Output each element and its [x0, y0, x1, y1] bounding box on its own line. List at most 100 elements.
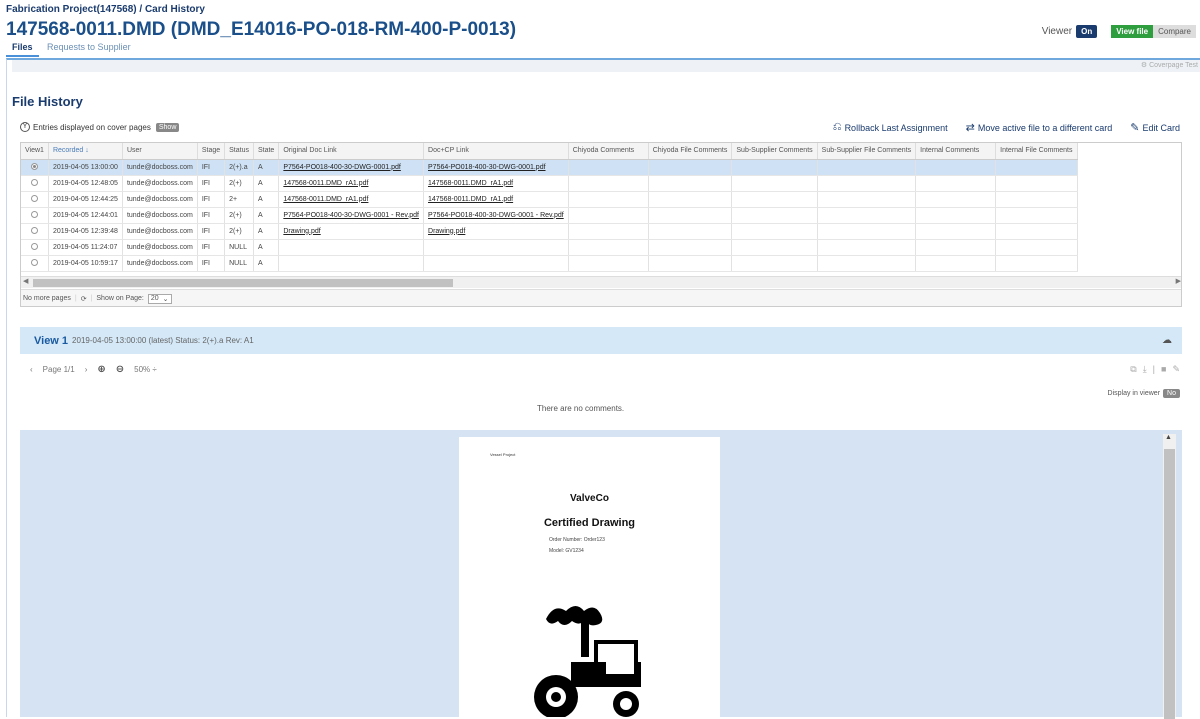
- rollback-last-assignment-button[interactable]: ⎌ Rollback Last Assignment: [833, 121, 948, 134]
- table-row[interactable]: 2019-04-05 12:39:48 tunde@docboss.com IFI 2…: [21, 223, 1078, 240]
- download-icon[interactable]: ⤓: [1143, 364, 1147, 375]
- original-doc-link[interactable]: 147568-0011.DMD_rA1.pdf: [283, 196, 368, 203]
- column-header[interactable]: Stage: [197, 143, 226, 160]
- view-radio-button[interactable]: [30, 163, 38, 171]
- comment-cell[interactable]: [817, 191, 917, 208]
- view-radio-button[interactable]: [30, 211, 38, 219]
- vertical-scrollbar[interactable]: ▲: [1163, 434, 1176, 719]
- comment-cell[interactable]: [568, 175, 649, 192]
- view-file-button[interactable]: View file: [1111, 25, 1154, 38]
- comment-cell[interactable]: [915, 191, 997, 208]
- tab-files[interactable]: Files: [6, 42, 39, 57]
- compare-button[interactable]: Compare: [1153, 25, 1196, 38]
- comment-cell[interactable]: [731, 207, 818, 224]
- column-header[interactable]: Original Doc Link: [278, 143, 425, 160]
- view-radio-button[interactable]: [30, 179, 38, 187]
- show-button[interactable]: Show: [155, 122, 180, 132]
- comment-cell[interactable]: [915, 207, 997, 224]
- tab-requests-to-supplier[interactable]: Requests to Supplier: [41, 42, 137, 55]
- vertical-scrollbar-thumb[interactable]: [1164, 449, 1175, 719]
- doc-cp-link[interactable]: 147568-0011.DMD_rA1.pdf: [428, 180, 513, 187]
- edit-card-button[interactable]: ✎ Edit Card: [1130, 121, 1180, 134]
- comment-cell[interactable]: [817, 223, 917, 240]
- display-in-viewer-toggle[interactable]: No: [1163, 389, 1180, 398]
- comment-cell[interactable]: [568, 191, 649, 208]
- comment-cell[interactable]: [648, 175, 733, 192]
- table-row[interactable]: 2019-04-05 11:24:07 tunde@docboss.com IFI N…: [21, 239, 1078, 256]
- view-radio-button[interactable]: [30, 227, 38, 235]
- comment-cell[interactable]: [817, 159, 917, 176]
- comment-cell[interactable]: [731, 255, 818, 272]
- doc-cp-link[interactable]: P7564-PO018-400-30-DWG-0001 - Rev.pdf: [428, 212, 564, 219]
- comment-cell[interactable]: [995, 207, 1078, 224]
- comment-cell[interactable]: [648, 159, 733, 176]
- stop-icon[interactable]: ■: [1161, 364, 1166, 375]
- table-row[interactable]: 2019-04-05 12:44:01 tunde@docboss.com IFI 2…: [21, 207, 1078, 224]
- page-size-select[interactable]: 20 ⌄: [147, 293, 172, 304]
- scrollbar-thumb[interactable]: [33, 279, 453, 287]
- comment-cell[interactable]: [568, 159, 649, 176]
- comment-cell[interactable]: [648, 239, 733, 256]
- column-header[interactable]: Chiyoda Comments: [568, 143, 649, 160]
- scroll-left-icon[interactable]: ◀: [23, 277, 28, 285]
- horizontal-scrollbar[interactable]: ◀ ▶: [21, 276, 1181, 288]
- comment-cell[interactable]: [995, 239, 1078, 256]
- comment-cell[interactable]: [995, 175, 1078, 192]
- view-radio-button[interactable]: [30, 259, 38, 267]
- comment-cell[interactable]: [915, 239, 997, 256]
- comment-cell[interactable]: [568, 207, 649, 224]
- table-row[interactable]: 2019-04-05 12:44:25 tunde@docboss.com IFI 2…: [21, 191, 1078, 208]
- filter-y-icon[interactable]: Y: [20, 122, 30, 132]
- zoom-level[interactable]: 50% ÷: [134, 365, 157, 374]
- zoom-in-icon[interactable]: ⊕: [97, 364, 105, 375]
- comment-cell[interactable]: [568, 255, 649, 272]
- comment-cell[interactable]: [731, 159, 818, 176]
- prev-page-icon[interactable]: ‹: [30, 365, 33, 374]
- refresh-icon[interactable]: ⟳: [81, 295, 87, 303]
- column-header[interactable]: Status: [224, 143, 254, 160]
- comment-cell[interactable]: [731, 191, 818, 208]
- column-header[interactable]: Doc+CP Link: [423, 143, 569, 160]
- coverpage-test-link[interactable]: ⚙ Coverpage Test: [12, 60, 1200, 72]
- table-row[interactable]: 2019-04-05 10:59:17 tunde@docboss.com IFI N…: [21, 255, 1078, 272]
- column-header[interactable]: State: [253, 143, 280, 160]
- comment-cell[interactable]: [995, 159, 1078, 176]
- view-radio-button[interactable]: [30, 195, 38, 203]
- comment-cell[interactable]: [915, 175, 997, 192]
- copy-icon[interactable]: ⧉: [1130, 364, 1136, 375]
- view-radio-button[interactable]: [30, 243, 38, 251]
- comment-cell[interactable]: [995, 255, 1078, 272]
- column-header[interactable]: Internal Comments: [915, 143, 997, 160]
- comment-icon[interactable]: ✎: [1172, 364, 1180, 375]
- viewer-toggle[interactable]: On: [1076, 25, 1098, 38]
- original-doc-link[interactable]: Drawing.pdf: [283, 228, 320, 235]
- scroll-up-icon[interactable]: ▲: [1165, 434, 1172, 441]
- comment-cell[interactable]: [915, 159, 997, 176]
- move-active-file-button[interactable]: ⇄ Move active file to a different card: [966, 121, 1113, 134]
- comment-cell[interactable]: [817, 207, 917, 224]
- comment-cell[interactable]: [648, 255, 733, 272]
- column-header[interactable]: Chiyoda File Comments: [648, 143, 733, 160]
- table-row[interactable]: 2019-04-05 13:00:00 tunde@docboss.com IFI 2…: [21, 159, 1078, 176]
- comment-cell[interactable]: [731, 175, 818, 192]
- comment-cell[interactable]: [915, 223, 997, 240]
- original-doc-link[interactable]: P7564-PO018-400-30-DWG-0001.pdf: [283, 164, 401, 171]
- column-header[interactable]: User: [122, 143, 198, 160]
- zoom-out-icon[interactable]: ⊖: [116, 364, 124, 375]
- doc-cp-link[interactable]: 147568-0011.DMD_rA1.pdf: [428, 196, 513, 203]
- comment-cell[interactable]: [995, 223, 1078, 240]
- column-header[interactable]: Sub-Supplier File Comments: [817, 143, 917, 160]
- cloud-download-icon[interactable]: ☁: [1162, 335, 1172, 346]
- comment-cell[interactable]: [915, 255, 997, 272]
- column-header[interactable]: Recorded ↓: [48, 143, 123, 160]
- comment-cell[interactable]: [648, 223, 733, 240]
- comment-cell[interactable]: [817, 175, 917, 192]
- comment-cell[interactable]: [568, 223, 649, 240]
- doc-cp-link[interactable]: Drawing.pdf: [428, 228, 465, 235]
- comment-cell[interactable]: [995, 191, 1078, 208]
- original-doc-link[interactable]: 147568-0011.DMD_rA1.pdf: [283, 180, 368, 187]
- comment-cell[interactable]: [731, 239, 818, 256]
- column-header[interactable]: View1: [21, 143, 49, 160]
- original-doc-link[interactable]: P7564-PO018-400-30-DWG-0001 - Rev.pdf: [283, 212, 419, 219]
- column-header[interactable]: Internal File Comments: [995, 143, 1078, 160]
